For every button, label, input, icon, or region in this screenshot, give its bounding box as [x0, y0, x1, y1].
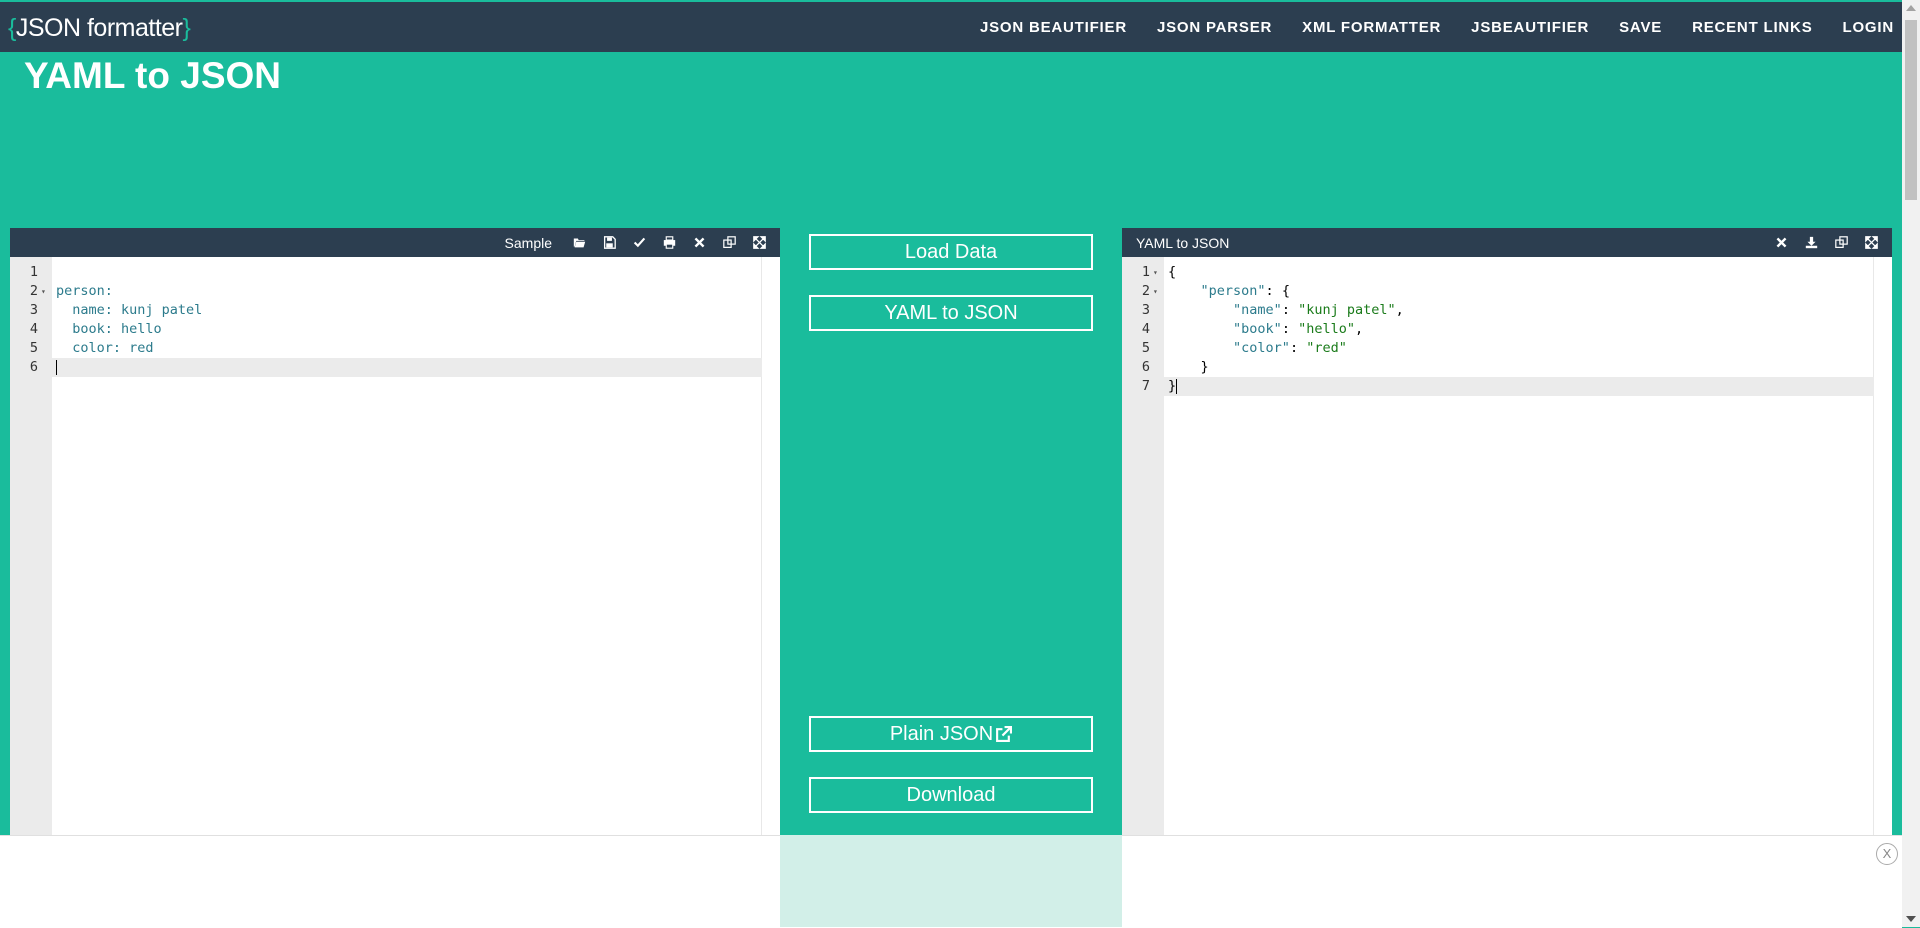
- close-icon[interactable]: [690, 234, 708, 252]
- logo-brace-close: }: [182, 14, 191, 42]
- code-line: 5 "color": "red": [1141, 340, 1347, 356]
- fold-toggle-icon[interactable]: ▾: [1153, 263, 1158, 282]
- output-panel-toolbar: YAML to JSON: [1122, 228, 1892, 257]
- code-line-active: 6: [10, 358, 762, 377]
- main-nav: JSON BEAUTIFIER JSON PARSER XML FORMATTE…: [950, 2, 1894, 52]
- copy-icon[interactable]: [1832, 234, 1850, 252]
- close-icon[interactable]: [1772, 234, 1790, 252]
- code-line: 1 ▾{: [1141, 263, 1177, 282]
- load-data-button[interactable]: Load Data: [809, 234, 1093, 270]
- top-navbar: {JSON formatter} JSON BEAUTIFIER JSON PA…: [0, 0, 1902, 52]
- nav-save[interactable]: SAVE: [1619, 19, 1662, 36]
- code-line: 1: [29, 264, 38, 280]
- nav-xml-formatter[interactable]: XML FORMATTER: [1302, 19, 1441, 36]
- external-link-icon: [996, 725, 1013, 742]
- code-line: 2 ▾ "person": {: [1141, 282, 1290, 301]
- plain-json-button[interactable]: Plain JSON: [809, 716, 1093, 752]
- code-line: 5 color: red: [29, 340, 154, 356]
- nav-jsbeautifier[interactable]: JSBEAUTIFIER: [1471, 19, 1589, 36]
- code-line-active: 7}: [1122, 377, 1874, 396]
- code-line: 6 }: [1141, 359, 1209, 375]
- code-line: 3 "name": "kunj patel",: [1141, 302, 1404, 318]
- download-button[interactable]: Download: [809, 777, 1093, 813]
- folder-open-icon[interactable]: [570, 234, 588, 252]
- copy-icon[interactable]: [720, 234, 738, 252]
- ad-banner-center: [780, 835, 1122, 927]
- check-icon[interactable]: [630, 234, 648, 252]
- page-scrollbar[interactable]: [1902, 0, 1920, 927]
- download-icon[interactable]: [1802, 234, 1820, 252]
- save-icon[interactable]: [600, 234, 618, 252]
- page-title: YAML to JSON: [24, 55, 281, 96]
- ad-close-button[interactable]: X: [1876, 843, 1898, 865]
- input-panel-toolbar: Sample: [10, 228, 780, 257]
- code-line: 3 name: kunj patel: [29, 302, 203, 318]
- nav-json-parser[interactable]: JSON PARSER: [1157, 19, 1272, 36]
- yaml-to-json-button[interactable]: YAML to JSON: [809, 295, 1093, 331]
- logo-text: JSON formatter: [15, 14, 183, 42]
- editor-scrollbar[interactable]: [1873, 257, 1892, 927]
- expand-icon[interactable]: [1862, 234, 1880, 252]
- print-icon[interactable]: [660, 234, 678, 252]
- code-line: 4 "book": "hello",: [1141, 321, 1364, 337]
- editor-scrollbar[interactable]: [761, 257, 780, 927]
- plain-json-label: Plain JSON: [889, 722, 994, 745]
- logo-brace-open: {: [8, 14, 16, 42]
- input-panel: Sample 1 2 ▾ person: 3 name: kunj patel …: [10, 228, 780, 927]
- scroll-down-arrow-icon[interactable]: [1906, 916, 1916, 922]
- code-line: 4 book: hello: [29, 321, 162, 337]
- fold-toggle-icon[interactable]: ▾: [1153, 282, 1158, 301]
- scrollbar-thumb[interactable]: [1905, 20, 1917, 200]
- yaml-input-editor[interactable]: 1 2 ▾ person: 3 name: kunj patel 4 book: h…: [10, 257, 780, 927]
- site-logo[interactable]: {JSON formatter}: [8, 14, 191, 43]
- output-panel: YAML to JSON 1 ▾{ 2 ▾ "person": { 3 "name"…: [1122, 228, 1892, 927]
- code-line: 2 ▾ person:: [29, 282, 113, 301]
- scroll-up-arrow-icon[interactable]: [1906, 5, 1916, 11]
- nav-recent-links[interactable]: RECENT LINKS: [1692, 19, 1812, 36]
- json-output-editor[interactable]: 1 ▾{ 2 ▾ "person": { 3 "name": "kunj patel…: [1122, 257, 1892, 927]
- sample-button[interactable]: Sample: [505, 235, 552, 251]
- fold-toggle-icon[interactable]: ▾: [41, 282, 46, 301]
- text-cursor: [1176, 378, 1178, 394]
- output-panel-title: YAML to JSON: [1136, 234, 1230, 251]
- nav-json-beautifier[interactable]: JSON BEAUTIFIER: [980, 19, 1127, 36]
- expand-icon[interactable]: [750, 234, 768, 252]
- nav-login[interactable]: LOGIN: [1843, 19, 1895, 36]
- text-cursor: [56, 359, 57, 375]
